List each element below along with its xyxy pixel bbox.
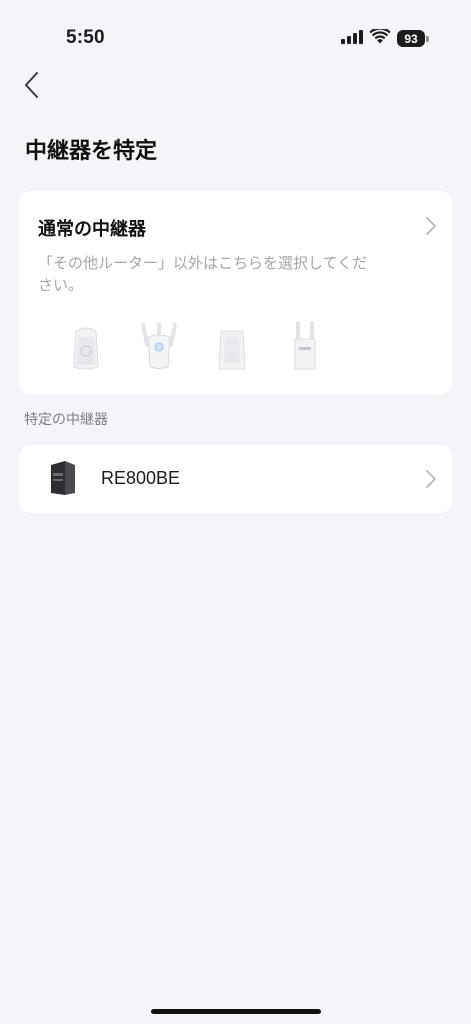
chevron-left-icon (25, 72, 38, 98)
specific-repeater-section-label: 特定の中継器 (24, 412, 108, 428)
battery-icon: 93 (397, 30, 429, 47)
model-name: RE800BE (101, 468, 181, 488)
battery-level: 93 (397, 30, 425, 47)
plug-in-extender-icon (49, 321, 122, 371)
status-time: 5:50 (66, 27, 105, 48)
specific-repeater-item[interactable]: RE800BE (19, 445, 452, 513)
two-antenna-extender-icon (268, 321, 341, 371)
desktop-extender-icon (195, 321, 268, 371)
standard-repeater-title: 通常の中継器 (38, 219, 146, 240)
three-antenna-extender-icon (122, 321, 195, 371)
back-button[interactable] (16, 66, 46, 104)
wifi-icon (369, 27, 391, 48)
device-images (49, 321, 341, 371)
standard-repeater-card[interactable]: 通常の中継器 「その他ルーター」以外はこちらを選択してください。 (19, 191, 452, 394)
home-indicator (151, 1009, 321, 1014)
cellular-signal-icon (341, 29, 363, 48)
page-title: 中継器を特定 (25, 139, 158, 164)
status-bar: 5:50 93 (0, 0, 471, 74)
standard-repeater-description: 「その他ルーター」以外はこちらを選択してください。 (38, 254, 368, 294)
status-icons: 93 (341, 27, 429, 48)
chevron-right-icon (426, 217, 436, 235)
re800be-device-image (43, 459, 83, 499)
chevron-right-icon (426, 470, 436, 488)
